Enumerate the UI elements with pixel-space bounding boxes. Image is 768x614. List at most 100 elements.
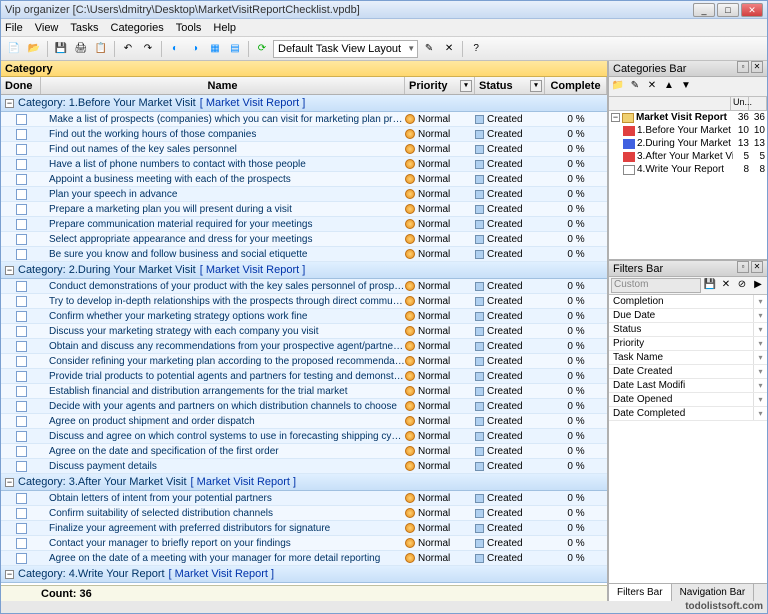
col-priority[interactable]: Priority▾	[405, 77, 475, 94]
done-checkbox[interactable]	[16, 249, 27, 260]
task-row[interactable]: Establish financial and distribution arr…	[1, 384, 607, 399]
task-row[interactable]: Consider refining your marketing plan ac…	[1, 354, 607, 369]
print-icon[interactable]: 🖨	[72, 40, 90, 58]
task-row[interactable]: Agree on the date and specification of t…	[1, 444, 607, 459]
col-done[interactable]: Done	[1, 77, 41, 94]
done-checkbox[interactable]	[16, 493, 27, 504]
task-row[interactable]: Plan your speech in advanceNormalCreated…	[1, 187, 607, 202]
done-checkbox[interactable]	[16, 416, 27, 427]
done-checkbox[interactable]	[16, 189, 27, 200]
expand-icon[interactable]: −	[5, 99, 14, 108]
filt-save-icon[interactable]: 💾	[703, 279, 717, 293]
menu-tools[interactable]: Tools	[176, 22, 202, 34]
task-row[interactable]: Contact your manager to briefly report o…	[1, 536, 607, 551]
cat-del-icon[interactable]: ✕	[645, 80, 659, 94]
panel-close-icon[interactable]: ✕	[751, 61, 763, 73]
filter-preset-select[interactable]: Custom	[611, 278, 701, 293]
filter-dropdown-icon[interactable]: ▾	[753, 337, 767, 350]
doc-icon[interactable]: 📋	[92, 40, 110, 58]
tree-item[interactable]: 4.Write Your Report88	[609, 163, 767, 176]
col-status[interactable]: Status▾	[475, 77, 545, 94]
tree-item[interactable]: 1.Before Your Market Vis1010	[609, 124, 767, 137]
filter-row[interactable]: Date Last Modifi▾	[609, 379, 767, 393]
group-link[interactable]: [ Market Visit Report ]	[200, 264, 306, 276]
task-row[interactable]: Provide trial products to potential agen…	[1, 369, 607, 384]
task-row[interactable]: Find out names of the key sales personne…	[1, 142, 607, 157]
done-checkbox[interactable]	[16, 431, 27, 442]
layout-select[interactable]: Default Task View Layout	[273, 40, 418, 58]
menu-file[interactable]: File	[5, 22, 23, 34]
done-checkbox[interactable]	[16, 461, 27, 472]
done-checkbox[interactable]	[16, 371, 27, 382]
action4-icon[interactable]: ▤	[226, 40, 244, 58]
task-row[interactable]: Confirm whether your marketing strategy …	[1, 309, 607, 324]
filter-row[interactable]: Status▾	[609, 323, 767, 337]
group-link[interactable]: [ Market Visit Report ]	[169, 568, 275, 580]
filter-dropdown-icon[interactable]: ▾	[753, 407, 767, 420]
done-checkbox[interactable]	[16, 219, 27, 230]
done-checkbox[interactable]	[16, 401, 27, 412]
done-checkbox[interactable]	[16, 144, 27, 155]
filter-row[interactable]: Date Created▾	[609, 365, 767, 379]
task-row[interactable]: Confirm suitability of selected distribu…	[1, 506, 607, 521]
refresh-icon[interactable]: ⟳	[253, 40, 271, 58]
done-checkbox[interactable]	[16, 446, 27, 457]
done-checkbox[interactable]	[16, 356, 27, 367]
task-row[interactable]: Try to develop in-depth relationships wi…	[1, 294, 607, 309]
tree-expand-icon[interactable]: −	[611, 113, 620, 122]
maximize-button[interactable]: □	[717, 3, 739, 17]
expand-icon[interactable]: −	[5, 570, 14, 579]
filt-clear-icon[interactable]: ⊘	[735, 279, 749, 293]
filter-dropdown-icon[interactable]: ▾	[753, 351, 767, 364]
redo-icon[interactable]: ↷	[139, 40, 157, 58]
task-row[interactable]: Find out the working hours of those comp…	[1, 127, 607, 142]
group-row[interactable]: −Category: 2.During Your Market Visit [ …	[1, 262, 607, 279]
done-checkbox[interactable]	[16, 386, 27, 397]
cat-up-icon[interactable]: ▲	[662, 80, 676, 94]
menu-categories[interactable]: Categories	[111, 22, 164, 34]
expand-icon[interactable]: −	[5, 266, 14, 275]
done-checkbox[interactable]	[16, 508, 27, 519]
filter-dropdown-icon[interactable]: ▾	[753, 365, 767, 378]
filter-dropdown-icon[interactable]: ▾	[753, 379, 767, 392]
help-icon[interactable]: ?	[467, 40, 485, 58]
menu-tasks[interactable]: Tasks	[70, 22, 98, 34]
filter-row[interactable]: Completion▾	[609, 295, 767, 309]
task-row[interactable]: Have a list of phone numbers to contact …	[1, 157, 607, 172]
group-row[interactable]: −Category: 1.Before Your Market Visit [ …	[1, 95, 607, 112]
task-row[interactable]: Obtain letters of intent from your poten…	[1, 491, 607, 506]
filter-row[interactable]: Date Opened▾	[609, 393, 767, 407]
filter-dropdown-icon[interactable]: ▾	[753, 323, 767, 336]
action2-icon[interactable]: ◑	[186, 40, 204, 58]
done-checkbox[interactable]	[16, 538, 27, 549]
tool2-icon[interactable]: ✕	[440, 40, 458, 58]
filter-row[interactable]: Due Date▾	[609, 309, 767, 323]
group-row[interactable]: −Category: 4.Write Your Report [ Market …	[1, 566, 607, 583]
task-row[interactable]: Discuss your marketing strategy with eac…	[1, 324, 607, 339]
panel-opts-icon[interactable]: ▫	[737, 61, 749, 73]
done-checkbox[interactable]	[16, 553, 27, 564]
group-link[interactable]: [ Market Visit Report ]	[200, 97, 306, 109]
tab-filters[interactable]: Filters Bar	[609, 584, 672, 601]
done-checkbox[interactable]	[16, 296, 27, 307]
category-tree[interactable]: Un... −Market Visit Report36361.Before Y…	[609, 97, 767, 259]
menu-help[interactable]: Help	[213, 22, 236, 34]
task-row[interactable]: Make a list of prospects (companies) whi…	[1, 112, 607, 127]
save-icon[interactable]: 💾	[52, 40, 70, 58]
close-button[interactable]: ✕	[741, 3, 763, 17]
done-checkbox[interactable]	[16, 114, 27, 125]
action3-icon[interactable]: ▦	[206, 40, 224, 58]
task-row[interactable]: Conduct demonstrations of your product w…	[1, 279, 607, 294]
cat-edit-icon[interactable]: ✎	[628, 80, 642, 94]
filters-close-icon[interactable]: ✕	[751, 261, 763, 273]
action1-icon[interactable]: ◐	[166, 40, 184, 58]
filters-opts-icon[interactable]: ▫	[737, 261, 749, 273]
done-checkbox[interactable]	[16, 129, 27, 140]
tab-navigation[interactable]: Navigation Bar	[672, 584, 755, 601]
filter-row[interactable]: Priority▾	[609, 337, 767, 351]
filter-dropdown-icon[interactable]: ▾	[753, 393, 767, 406]
task-row[interactable]: Be sure you know and follow business and…	[1, 247, 607, 262]
done-checkbox[interactable]	[16, 311, 27, 322]
task-row[interactable]: Select appropriate appearance and dress …	[1, 232, 607, 247]
done-checkbox[interactable]	[16, 326, 27, 337]
